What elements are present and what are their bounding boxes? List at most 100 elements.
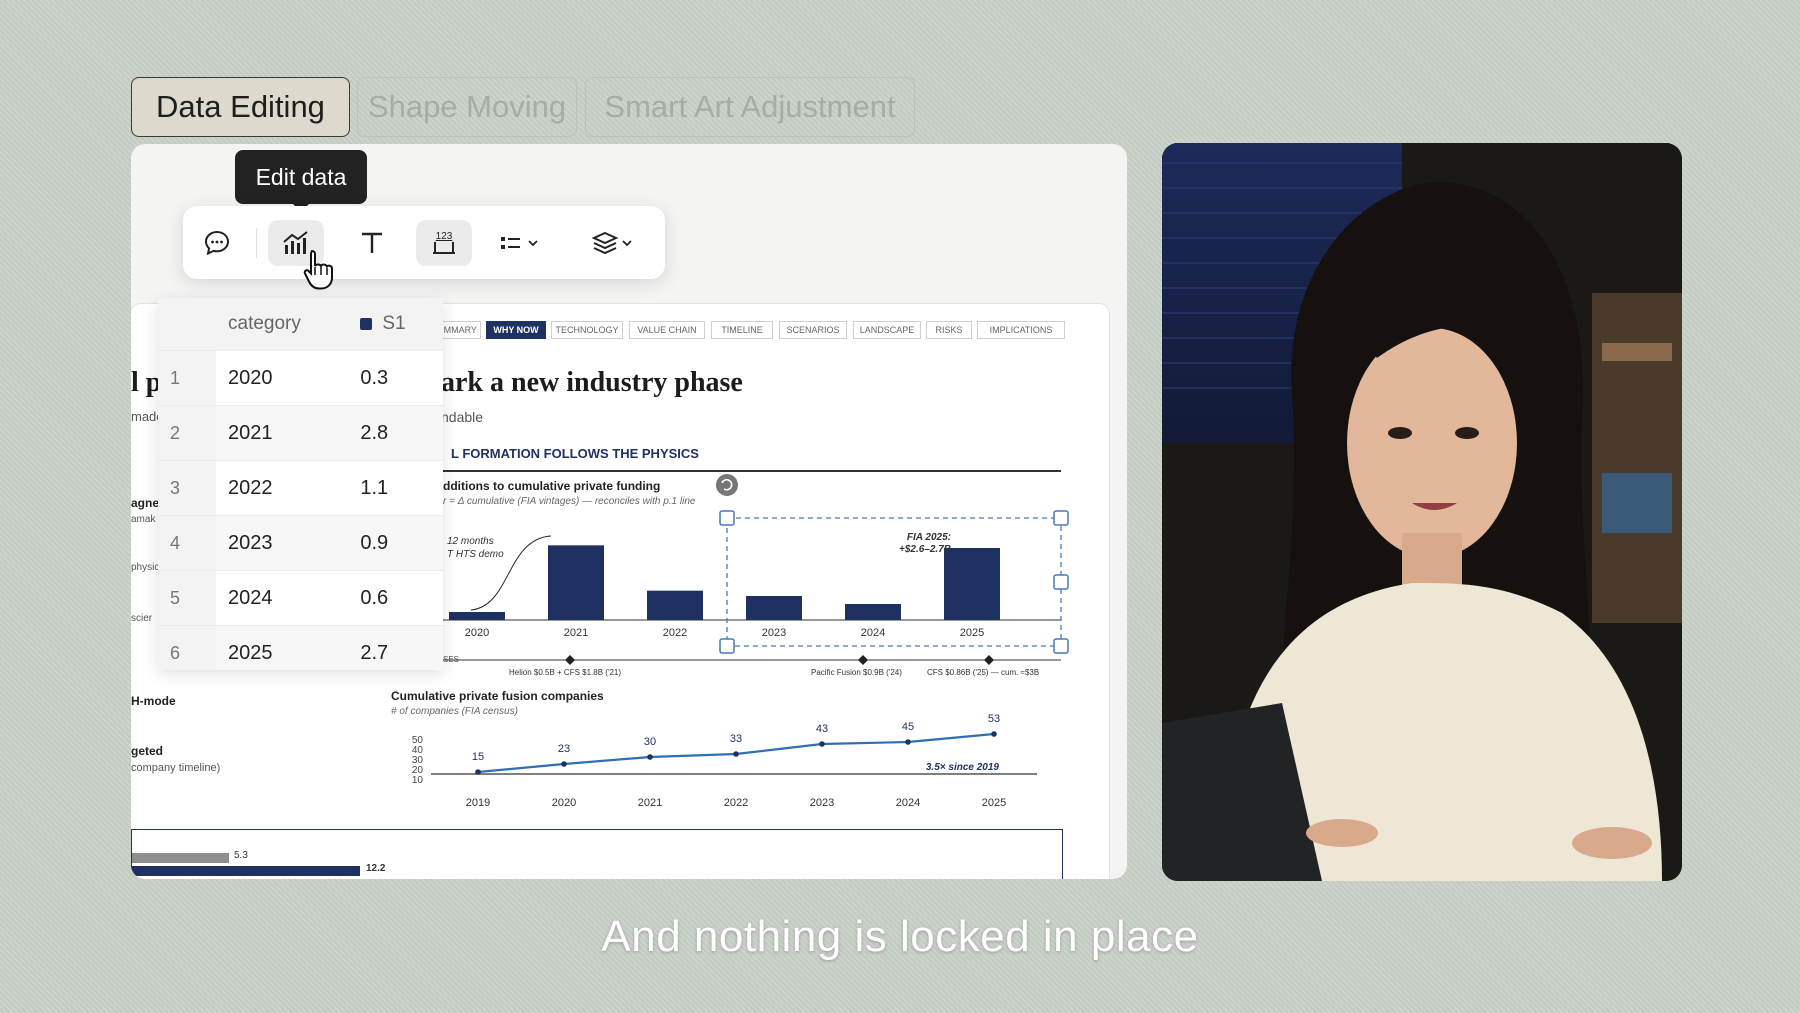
value-cell[interactable]: 0.3 xyxy=(348,350,443,406)
value-cell[interactable]: 2.8 xyxy=(348,405,443,461)
comment-button[interactable] xyxy=(189,220,245,266)
timeline-pacific: Pacific Fusion $0.9B ('24) xyxy=(811,668,902,677)
annotation-fia-1: FIA 2025: xyxy=(907,532,951,543)
timeline-cfs: CFS $0.86B ('25) — cum. ≈$3B xyxy=(927,668,1039,677)
table-row: 6 2025 2.7 xyxy=(158,625,443,670)
line-x-label: 2020 xyxy=(552,797,576,809)
timeline-marker xyxy=(858,655,868,665)
tab-shape-moving[interactable]: Shape Moving xyxy=(357,77,577,137)
line-chart-subtitle: # of companies (FIA census) xyxy=(391,706,518,717)
text-icon xyxy=(362,232,382,253)
timeline-helion: Helion $0.5B + CFS $1.8B ('21) xyxy=(509,668,621,677)
line-x-label: 2021 xyxy=(638,797,662,809)
line-annotation: 3.5× since 2019 xyxy=(926,762,1000,773)
category-cell[interactable]: 2022 xyxy=(216,460,349,516)
bar-category-label: 2024 xyxy=(861,627,885,639)
layers-icon xyxy=(591,231,632,255)
category-cell[interactable]: 2020 xyxy=(216,350,349,406)
line-value-label: 43 xyxy=(816,723,828,735)
line-x-label: 2023 xyxy=(810,797,834,809)
line-point[interactable] xyxy=(733,751,739,757)
row-index: 4 xyxy=(158,515,216,571)
line-point[interactable] xyxy=(647,754,653,760)
rotate-icon[interactable] xyxy=(716,474,738,496)
bar[interactable] xyxy=(746,596,802,620)
bar-chart-subtitle: r = Δ cumulative (FIA vintages) — reconc… xyxy=(443,496,696,507)
line-chart-title: Cumulative private fusion companies xyxy=(391,689,604,703)
resize-handle[interactable] xyxy=(719,638,735,654)
svg-text:123: 123 xyxy=(436,231,453,242)
value-cell[interactable]: 0.9 xyxy=(348,515,443,571)
line-value-label: 45 xyxy=(902,721,914,733)
line-point[interactable] xyxy=(475,769,481,775)
category-cell[interactable]: 2021 xyxy=(216,405,349,461)
category-cell[interactable]: 2024 xyxy=(216,570,349,626)
comment-icon xyxy=(204,230,230,256)
bar[interactable] xyxy=(845,604,901,620)
edit-data-tooltip: Edit data xyxy=(235,150,367,212)
bar-category-label: 2023 xyxy=(762,627,786,639)
row-index: 1 xyxy=(158,350,216,406)
toolbar-divider xyxy=(256,228,257,258)
hand-cursor-icon xyxy=(303,249,333,290)
bar-category-label: 2021 xyxy=(564,627,588,639)
tab-smart-art-adjustment[interactable]: Smart Art Adjustment xyxy=(585,77,915,137)
column-header-s1[interactable]: S1 xyxy=(348,298,443,351)
line-x-label: 2024 xyxy=(896,797,920,809)
layers-button[interactable] xyxy=(581,220,647,266)
category-cell[interactable]: 2023 xyxy=(216,515,349,571)
line-value-label: 30 xyxy=(644,736,656,748)
series-name: S1 xyxy=(382,313,406,334)
table-row: 4 2023 0.9 xyxy=(158,515,443,571)
resize-handle[interactable] xyxy=(1053,510,1069,526)
line-value-label: 33 xyxy=(730,733,742,745)
table-row: 2 2021 2.8 xyxy=(158,405,443,461)
row-index: 5 xyxy=(158,570,216,626)
bar[interactable] xyxy=(548,545,604,620)
annotation-left-1: 12 months xyxy=(447,536,494,547)
bar-category-label: 2025 xyxy=(960,627,984,639)
subtitle-caption: And nothing is locked in place xyxy=(601,912,1199,961)
line-point[interactable] xyxy=(905,739,911,745)
value-cell[interactable]: 1.1 xyxy=(348,460,443,516)
tab-data-editing[interactable]: Data Editing xyxy=(131,77,350,137)
line-value-label: 23 xyxy=(558,743,570,755)
line-point[interactable] xyxy=(561,761,567,767)
resize-handle[interactable] xyxy=(1053,574,1069,590)
table-row: 3 2022 1.1 xyxy=(158,460,443,516)
value-cell[interactable]: 0.6 xyxy=(348,570,443,626)
timeline-marker xyxy=(565,655,575,665)
column-header-category[interactable]: category xyxy=(216,298,349,351)
value-cell[interactable]: 2.7 xyxy=(348,625,443,670)
bar-category-label: 2020 xyxy=(465,627,489,639)
number-format-icon: 123 xyxy=(433,231,455,254)
line-chart[interactable]: Cumulative private fusion companies # of … xyxy=(391,689,1037,809)
line-x-label: 2022 xyxy=(724,797,748,809)
data-table: category S1 1 2020 0.3 2 2021 2.8 3 2022 1.1 4 202… xyxy=(158,298,443,670)
timeline-ses: SES xyxy=(443,655,459,664)
line-point[interactable] xyxy=(819,741,825,747)
bottom-box xyxy=(131,829,1063,879)
bar[interactable] xyxy=(449,612,505,620)
bar-chart-title: dditions to cumulative private funding xyxy=(443,479,660,493)
text-button[interactable] xyxy=(344,220,400,266)
category-cell[interactable]: 2025 xyxy=(216,625,349,670)
floating-toolbar: 123 xyxy=(183,206,665,279)
annotation-curve xyxy=(470,535,552,611)
line-value-label: 15 xyxy=(472,751,484,763)
table-row: 5 2024 0.6 xyxy=(158,570,443,626)
presenter-illustration xyxy=(1162,143,1682,881)
presenter-video xyxy=(1162,143,1682,881)
resize-handle[interactable] xyxy=(719,510,735,526)
bar[interactable] xyxy=(647,590,703,620)
annotation-left-2: T HTS demo xyxy=(447,549,504,560)
bar[interactable] xyxy=(944,548,1000,620)
line-point[interactable] xyxy=(991,731,997,737)
resize-handle[interactable] xyxy=(1053,638,1069,654)
bar-chart[interactable]: dditions to cumulative private funding r … xyxy=(441,474,1069,677)
list-style-button[interactable] xyxy=(488,220,554,266)
line-x-label: 2019 xyxy=(466,797,490,809)
number-format-button[interactable]: 123 xyxy=(416,220,472,266)
series-swatch xyxy=(360,317,373,330)
annotation-fia-2: +$2.6–2.7B xyxy=(899,544,951,555)
